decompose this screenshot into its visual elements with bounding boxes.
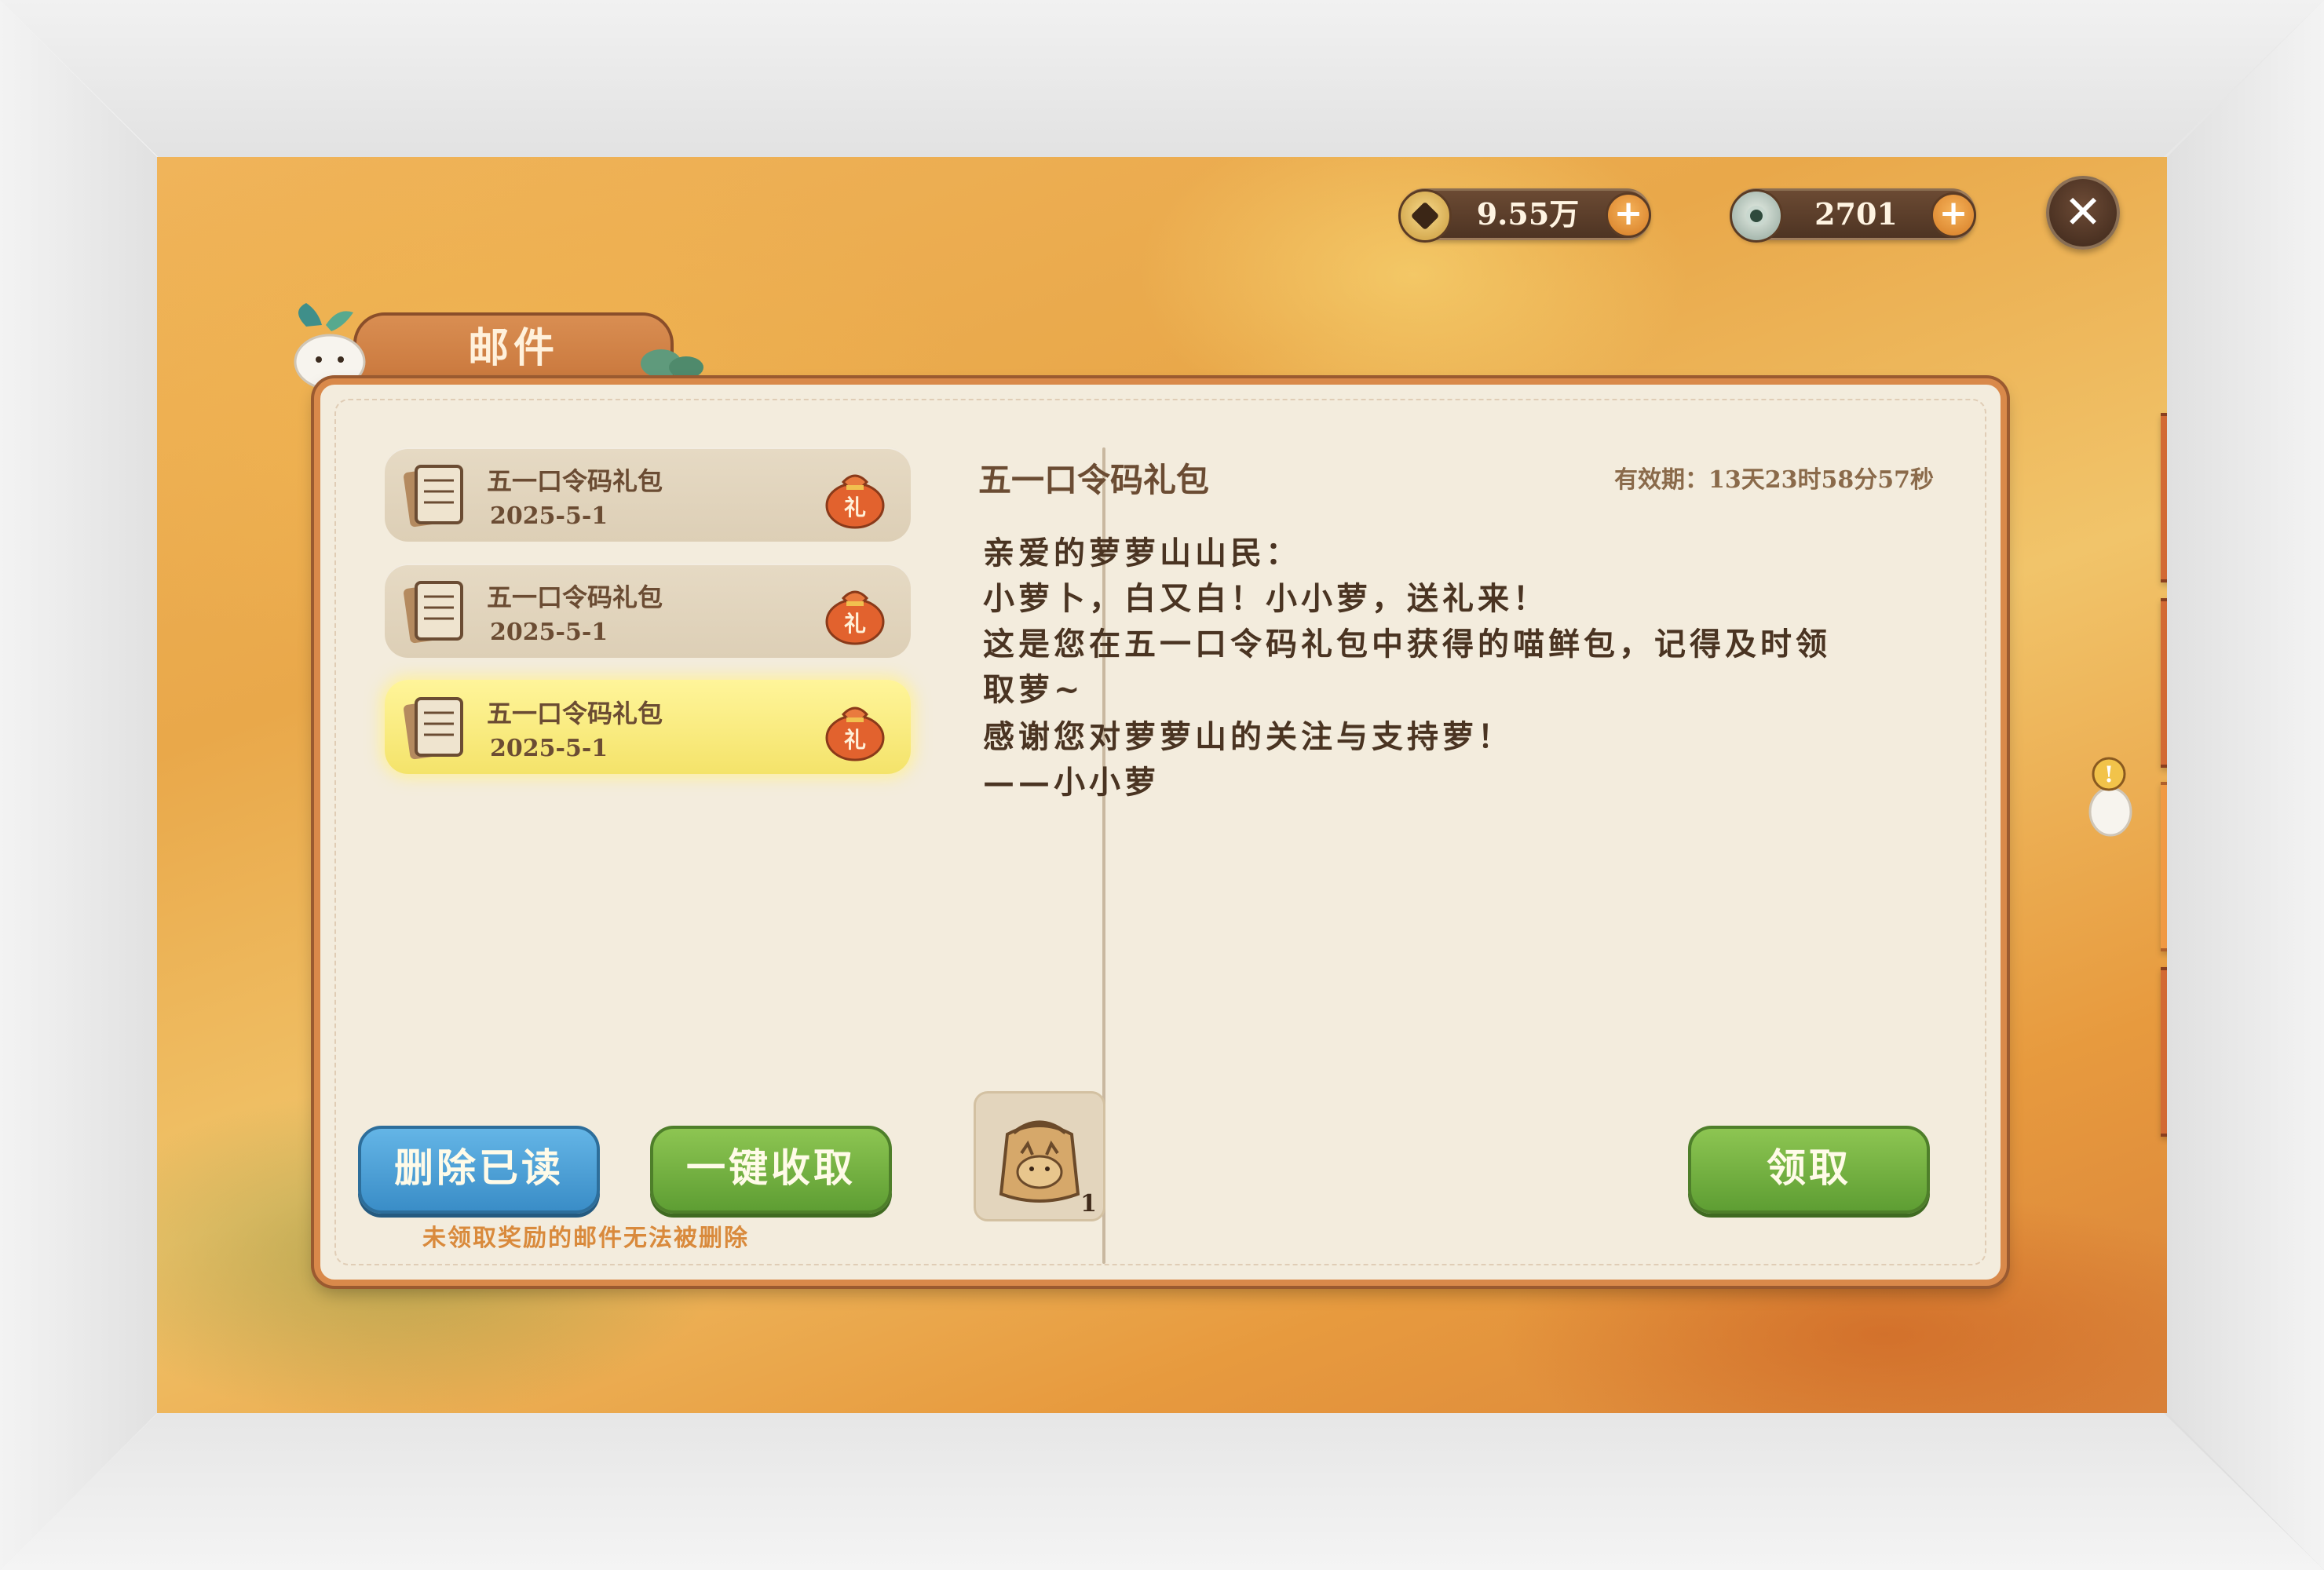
letter-icon xyxy=(404,697,463,760)
mail-subject: 五一口令码礼包 xyxy=(487,582,663,612)
tab-info-label: 信 息 xyxy=(2161,444,2167,535)
gift-bag-icon: 礼 xyxy=(825,590,885,645)
mail-date: 2025-5-1 xyxy=(490,502,608,530)
leaf-decoration-icon xyxy=(641,349,703,378)
mail-expiry: 有效期：13天23时58分57秒 xyxy=(1614,466,1934,494)
frame-bevel-right xyxy=(2167,0,2324,1570)
tab-mail-label: 邮 件 xyxy=(2161,813,2167,904)
mail-date: 2025-5-1 xyxy=(490,735,608,762)
svg-text:!: ! xyxy=(2104,761,2114,787)
claim-button[interactable]: 领取 xyxy=(1688,1126,1930,1214)
mail-detail-title: 五一口令码礼包 xyxy=(978,461,1210,499)
gift-bag-icon: 礼 xyxy=(825,474,885,529)
mail-body-line: 这是您在五一口令码礼包中获得的喵鲜包，记得及时领 xyxy=(983,626,1831,663)
jade-amount: 2701 xyxy=(1814,196,1898,232)
gift-char: 礼 xyxy=(844,495,866,520)
reward-quantity: 1 xyxy=(1080,1190,1097,1218)
add-gold-button[interactable]: + xyxy=(1606,192,1651,238)
mail-list-item[interactable]: 五一口令码礼包 2025-5-1 礼 xyxy=(385,564,911,658)
mail-body-line: 取萝~ xyxy=(983,671,1084,708)
mail-list-item[interactable]: 五一口令码礼包 2025-5-1 礼 xyxy=(385,447,911,542)
jade-coin-icon xyxy=(1730,189,1783,243)
mail-list-item-selected[interactable]: 五一口令码礼包 2025-5-1 礼 xyxy=(385,680,911,774)
gift-char: 礼 xyxy=(844,727,866,753)
reward-slot[interactable]: 1 xyxy=(974,1091,1105,1221)
mail-body-line: ——小小萝 xyxy=(983,764,1160,801)
frame-bevel-left xyxy=(0,0,157,1570)
add-jade-button[interactable]: + xyxy=(1931,192,1976,238)
mail-body-line: 小萝卜，白又白！小小萝，送礼来！ xyxy=(983,580,1548,617)
jade-currency-bar: 2701 + xyxy=(1730,188,1976,243)
tab-info[interactable]: 信 息 xyxy=(2161,413,2167,582)
alert-mascot-icon: ! xyxy=(2088,757,2132,837)
delete-read-button[interactable]: 删除已读 xyxy=(358,1126,600,1214)
claim-all-button[interactable]: 一键收取 xyxy=(650,1126,892,1214)
gold-currency-bar: 9.55万 + xyxy=(1398,188,1651,243)
mail-date: 2025-5-1 xyxy=(490,619,608,646)
mail-title-tab: 邮件 xyxy=(353,312,674,386)
letter-icon xyxy=(404,581,463,644)
letter-icon xyxy=(404,465,463,528)
page-title: 邮件 xyxy=(467,325,559,372)
gold-coin-icon xyxy=(1398,189,1452,243)
delete-hint-text: 未领取奖励的邮件无法被删除 xyxy=(422,1225,749,1252)
game-screen: 9.55万 + 2701 + ✕ 邮件 五一口令码礼包 2025-5-1 礼 五… xyxy=(157,157,2167,1413)
close-button[interactable]: ✕ xyxy=(2046,176,2120,250)
tab-summary[interactable]: 小 结 xyxy=(2161,598,2167,768)
gift-char: 礼 xyxy=(844,611,866,637)
gold-amount: 9.55万 xyxy=(1476,196,1580,232)
gift-bag-icon: 礼 xyxy=(825,706,885,761)
tab-mail[interactable]: 邮 件 xyxy=(2161,782,2167,951)
mail-subject: 五一口令码礼包 xyxy=(487,699,663,728)
mail-subject: 五一口令码礼包 xyxy=(487,466,663,496)
tab-summary-label: 小 结 xyxy=(2161,630,2167,721)
mail-body-line: 亲爱的萝萝山山民： xyxy=(983,535,1301,571)
tab-settings[interactable]: 设 置 xyxy=(2161,967,2167,1137)
frame-bevel-bottom xyxy=(0,1413,2324,1570)
radish-mascot-icon xyxy=(294,303,366,389)
mail-body-line: 感谢您对萝萝山的关注与支持萝！ xyxy=(983,718,1513,755)
tab-settings-label: 设 置 xyxy=(2161,999,2167,1090)
frame-bevel-top xyxy=(0,0,2324,157)
